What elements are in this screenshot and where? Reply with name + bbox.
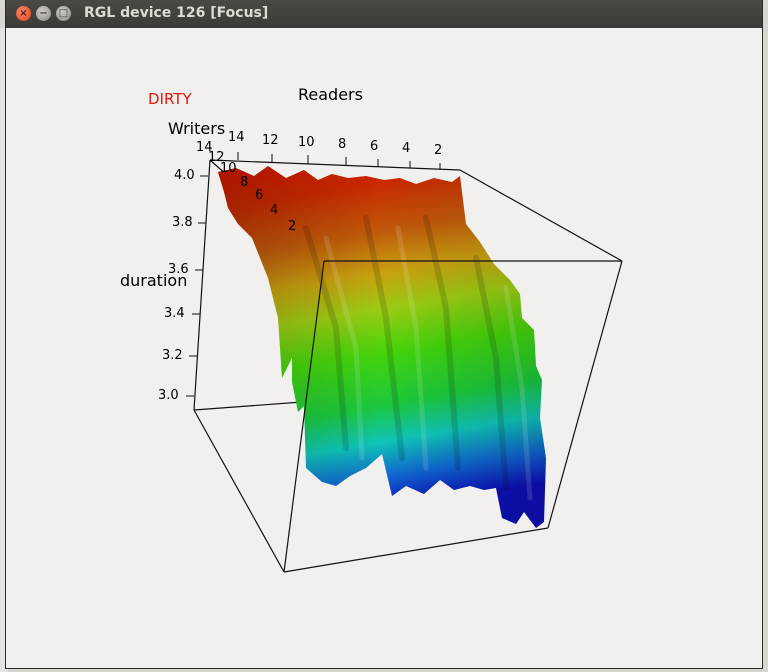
readers-tick-labels: 14 12 10 8 6 4 2 — [228, 130, 442, 158]
writers-tick: 8 — [240, 175, 248, 190]
duration-tick: 3.6 — [168, 262, 189, 277]
writers-axis-label: Writers — [168, 119, 225, 138]
writers-tick: 4 — [270, 203, 278, 218]
readers-tick: 6 — [370, 139, 378, 154]
readers-tick: 12 — [262, 133, 279, 148]
surface-plot-svg[interactable]: DIRTY Readers Writers duration 14 12 10 … — [6, 28, 762, 668]
duration-tick: 3.0 — [158, 388, 179, 403]
readers-tick: 4 — [402, 141, 410, 156]
maximize-window-button[interactable]: □ — [56, 6, 71, 21]
minimize-window-button[interactable]: − — [36, 6, 51, 21]
rgl-3d-plot-canvas[interactable]: DIRTY Readers Writers duration 14 12 10 … — [6, 28, 762, 668]
readers-tick: 8 — [338, 137, 346, 152]
window-title: RGL device 126 [Focus] — [84, 5, 269, 21]
readers-tick: 14 — [228, 130, 245, 145]
close-window-button[interactable]: × — [16, 6, 31, 21]
plot-title: DIRTY — [148, 90, 192, 108]
readers-tick: 2 — [434, 143, 442, 158]
rgl-device-window[interactable]: × − □ RGL device 126 [Focus] DIRTY Reade… — [6, 0, 762, 668]
duration-tick: 3.4 — [164, 306, 185, 321]
duration-surface — [218, 166, 546, 528]
duration-tick: 3.8 — [172, 215, 193, 230]
duration-tick: 4.0 — [174, 168, 195, 183]
readers-tick: 10 — [298, 135, 315, 150]
writers-tick: 6 — [255, 188, 263, 203]
writers-tick: 2 — [288, 219, 296, 234]
window-titlebar[interactable]: × − □ RGL device 126 [Focus] — [6, 0, 762, 29]
duration-tick: 3.2 — [162, 348, 183, 363]
readers-axis-label: Readers — [298, 85, 363, 104]
writers-tick: 10 — [220, 161, 237, 176]
